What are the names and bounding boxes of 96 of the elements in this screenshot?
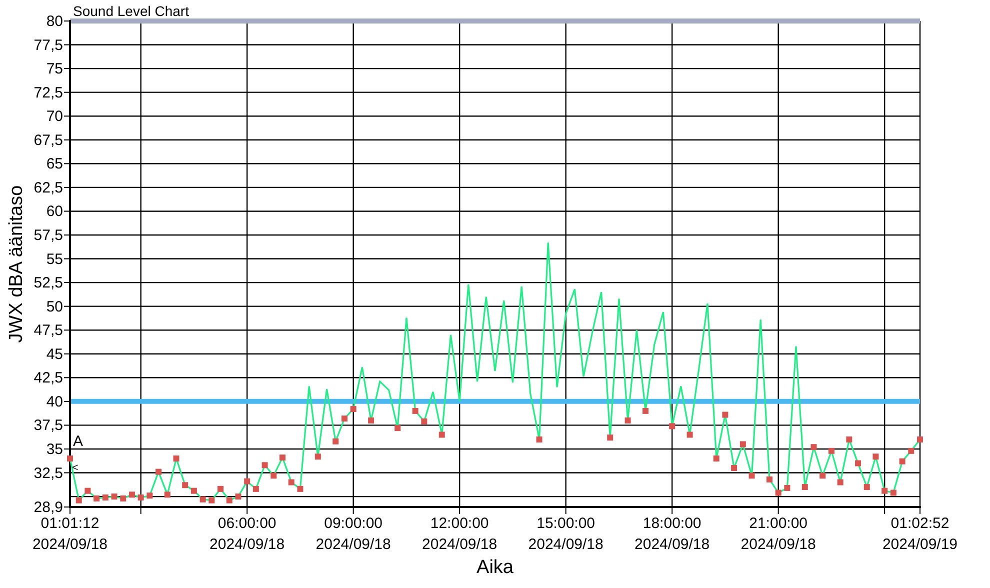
data-point-marker bbox=[908, 448, 914, 454]
annotation-label: < bbox=[72, 462, 78, 474]
y-tick-label: 42,5 bbox=[34, 370, 63, 387]
data-point-marker bbox=[67, 456, 73, 462]
data-point-marker bbox=[810, 444, 817, 450]
data-point-marker bbox=[173, 456, 180, 462]
data-point-marker bbox=[731, 465, 738, 471]
x-tick-label: 01:02:52 2024/09/19 bbox=[882, 515, 958, 553]
data-point-marker bbox=[713, 456, 720, 462]
y-tick-label: 60 bbox=[46, 203, 63, 220]
data-point-marker bbox=[120, 495, 126, 502]
data-point-marker bbox=[669, 423, 676, 430]
data-point-marker bbox=[775, 490, 782, 496]
x-tick-label: 09:00:00 2024/09/18 bbox=[316, 515, 391, 553]
data-point-marker bbox=[111, 494, 118, 500]
y-tick-label: 80 bbox=[46, 13, 63, 30]
y-tick-label: 32,5 bbox=[34, 464, 63, 482]
y-tick-label: 40 bbox=[46, 393, 63, 410]
y-tick-label: 70 bbox=[46, 108, 63, 126]
data-point-marker bbox=[686, 432, 693, 438]
data-point-marker bbox=[412, 408, 418, 414]
data-point-marker bbox=[642, 408, 649, 414]
data-point-marker bbox=[784, 484, 790, 491]
y-tick-label: 28,9 bbox=[34, 499, 63, 516]
data-point-marker bbox=[846, 436, 852, 442]
x-tick-label: 15:00:00 2024/09/18 bbox=[528, 515, 604, 553]
y-tick-label: 52,5 bbox=[34, 274, 63, 292]
y-tick-label: 67,5 bbox=[34, 132, 63, 149]
data-point-marker bbox=[280, 454, 286, 461]
x-tick-label: 06:00:00 2024/09/18 bbox=[210, 515, 285, 553]
data-point-marker bbox=[802, 484, 808, 490]
data-point-marker bbox=[368, 417, 374, 424]
data-point-marker bbox=[855, 460, 862, 466]
data-point-marker bbox=[218, 486, 224, 492]
data-point-marker bbox=[820, 472, 826, 479]
data-point-marker bbox=[146, 492, 153, 499]
y-tick-label: 62,5 bbox=[34, 179, 63, 196]
data-point-marker bbox=[138, 494, 144, 500]
y-tick-label: 45 bbox=[46, 346, 63, 363]
data-point-marker bbox=[917, 436, 923, 442]
y-tick-label: 72,5 bbox=[34, 84, 63, 102]
x-tick-label: 21:00:00 2024/09/18 bbox=[740, 515, 816, 553]
data-point-marker bbox=[190, 488, 197, 494]
y-tick-label: 65 bbox=[46, 156, 63, 173]
data-point-marker bbox=[208, 497, 215, 504]
y-tick-label: 75 bbox=[46, 60, 63, 78]
data-point-marker bbox=[128, 492, 135, 498]
annotation-label: A bbox=[73, 433, 84, 450]
data-point-marker bbox=[766, 476, 772, 482]
data-point-marker bbox=[882, 488, 888, 494]
y-tick-label: 37,5 bbox=[34, 417, 63, 434]
data-point-marker bbox=[156, 468, 162, 475]
data-point-marker bbox=[828, 448, 834, 454]
data-point-marker bbox=[748, 472, 755, 479]
data-point-marker bbox=[341, 416, 348, 422]
x-axis-title: Aika bbox=[476, 557, 514, 578]
data-point-marker bbox=[76, 497, 82, 504]
data-point-marker bbox=[288, 479, 294, 486]
data-point-marker bbox=[350, 406, 356, 412]
y-tick-label: 57,5 bbox=[34, 227, 63, 244]
data-point-marker bbox=[262, 462, 268, 468]
data-point-marker bbox=[164, 492, 170, 498]
data-point-marker bbox=[297, 486, 304, 492]
data-point-marker bbox=[837, 479, 844, 486]
data-point-marker bbox=[270, 472, 277, 479]
y-axis-title: JWX dBA äänitaso bbox=[6, 185, 27, 343]
data-point-marker bbox=[421, 418, 428, 424]
x-tick-label: 01:01:12 2024/09/18 bbox=[32, 515, 108, 553]
data-point-marker bbox=[182, 482, 188, 488]
y-tick-label: 55 bbox=[46, 250, 63, 268]
data-point-marker bbox=[226, 497, 232, 504]
data-point-marker bbox=[84, 488, 91, 494]
y-tick-label: 77,5 bbox=[34, 36, 63, 54]
data-point-marker bbox=[740, 441, 746, 448]
data-point-marker bbox=[864, 484, 870, 490]
data-point-marker bbox=[244, 478, 250, 484]
data-point-marker bbox=[624, 417, 631, 424]
y-tick-label: 35 bbox=[46, 440, 63, 458]
data-point-marker bbox=[536, 436, 542, 442]
chart-title: Sound Level Chart bbox=[73, 3, 189, 19]
data-point-marker bbox=[890, 490, 896, 496]
data-point-marker bbox=[438, 432, 445, 438]
data-point-marker bbox=[332, 438, 339, 444]
data-point-marker bbox=[102, 494, 108, 500]
data-point-marker bbox=[607, 434, 614, 441]
data-point-marker bbox=[722, 412, 728, 418]
data-point-marker bbox=[394, 425, 401, 432]
y-tick-label: 47,5 bbox=[34, 322, 63, 340]
data-point-marker bbox=[314, 454, 321, 460]
x-tick-label: 12:00:00 2024/09/18 bbox=[422, 515, 498, 553]
data-point-marker bbox=[899, 458, 906, 464]
data-point-marker bbox=[94, 495, 100, 502]
y-tick-label: 50 bbox=[46, 298, 63, 316]
data-point-marker bbox=[872, 454, 879, 460]
x-tick-label: 18:00:00 2024/09/18 bbox=[634, 515, 710, 553]
data-point-marker bbox=[235, 494, 242, 500]
